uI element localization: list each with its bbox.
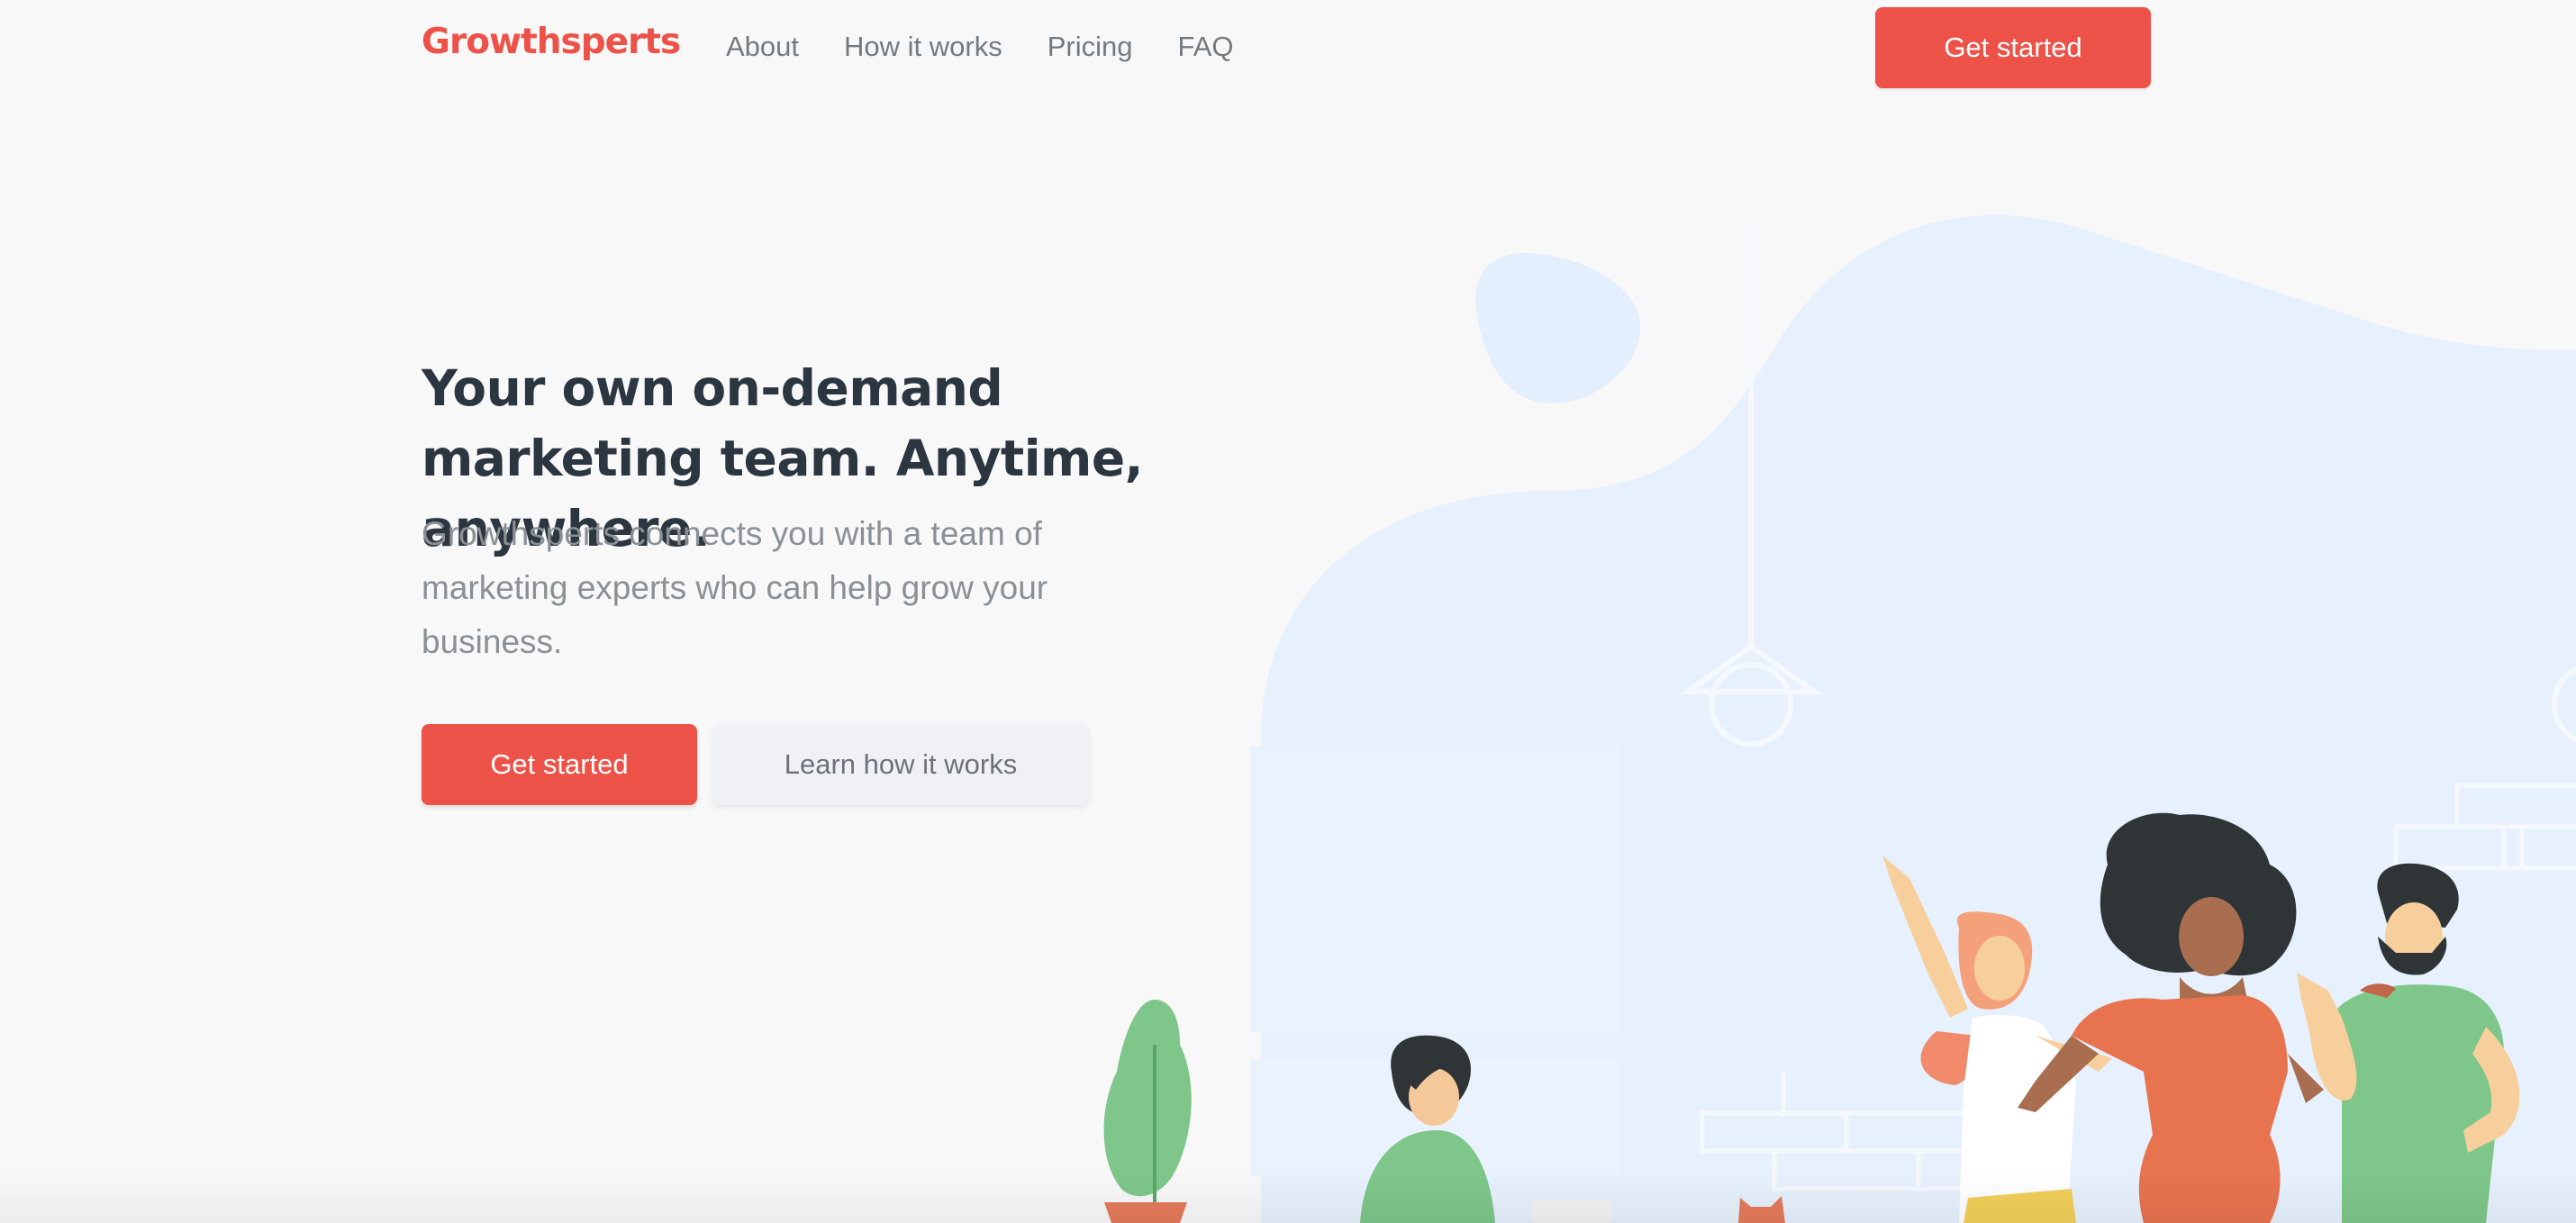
team-illustration [1103, 214, 2576, 1223]
nav-link-faq[interactable]: FAQ [1177, 31, 1233, 63]
nav-link-pricing[interactable]: Pricing [1048, 31, 1133, 63]
nav-link-how-it-works[interactable]: How it works [844, 31, 1002, 63]
nav-get-started-button[interactable]: Get started [1875, 7, 2151, 88]
landing-page: Growthsperts About How it works Pricing … [0, 0, 2576, 1223]
brand-logo[interactable]: Growthsperts [422, 22, 681, 62]
hero-subtitle: Growthsperts connects you with a team of… [422, 515, 1048, 660]
get-started-button[interactable]: Get started [422, 724, 697, 805]
small-blob [1475, 252, 1641, 404]
top-nav: Growthsperts About How it works Pricing … [0, 0, 2576, 99]
nav-links: About How it works Pricing FAQ [726, 31, 1234, 63]
nav-link-about[interactable]: About [726, 31, 799, 63]
plant-icon [1103, 1000, 1192, 1223]
window-panel-top [1250, 746, 1619, 1032]
learn-how-it-works-button[interactable]: Learn how it works [713, 724, 1088, 805]
